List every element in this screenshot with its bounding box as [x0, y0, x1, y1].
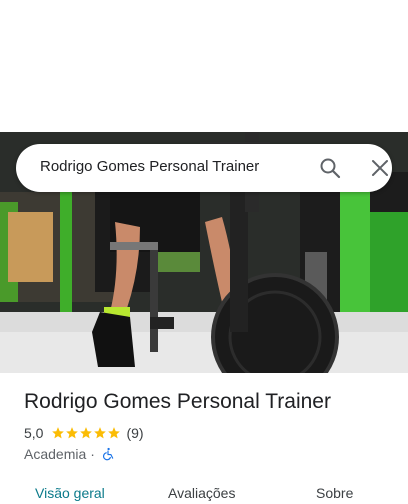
tab-overview[interactable]: Visão geral	[35, 485, 105, 501]
star-icon	[80, 427, 93, 439]
tab-about[interactable]: Sobre	[316, 485, 353, 501]
star-rating	[51, 426, 121, 440]
search-bar[interactable]: Rodrigo Gomes Personal Trainer	[16, 144, 392, 192]
blank-header-area	[0, 0, 408, 132]
rating-row[interactable]: 5,0 (9)	[24, 424, 144, 442]
close-icon[interactable]	[368, 156, 392, 180]
separator-dot: ·	[90, 446, 95, 462]
star-icon	[108, 427, 121, 439]
wheelchair-icon	[102, 447, 114, 461]
star-icon	[66, 427, 79, 439]
review-count[interactable]: (9)	[126, 425, 143, 441]
search-query-text[interactable]: Rodrigo Gomes Personal Trainer	[40, 158, 259, 175]
star-icon	[52, 427, 65, 439]
tab-reviews[interactable]: Avaliações	[168, 485, 235, 501]
category-row: Academia ·	[24, 445, 115, 463]
category-label: Academia	[24, 446, 87, 462]
star-icon	[94, 427, 107, 439]
place-title: Rodrigo Gomes Personal Trainer	[24, 390, 331, 413]
search-icon[interactable]	[318, 156, 342, 180]
place-tabs: Visão geral Avaliações Sobre	[0, 478, 408, 504]
rating-value: 5,0	[24, 425, 44, 441]
